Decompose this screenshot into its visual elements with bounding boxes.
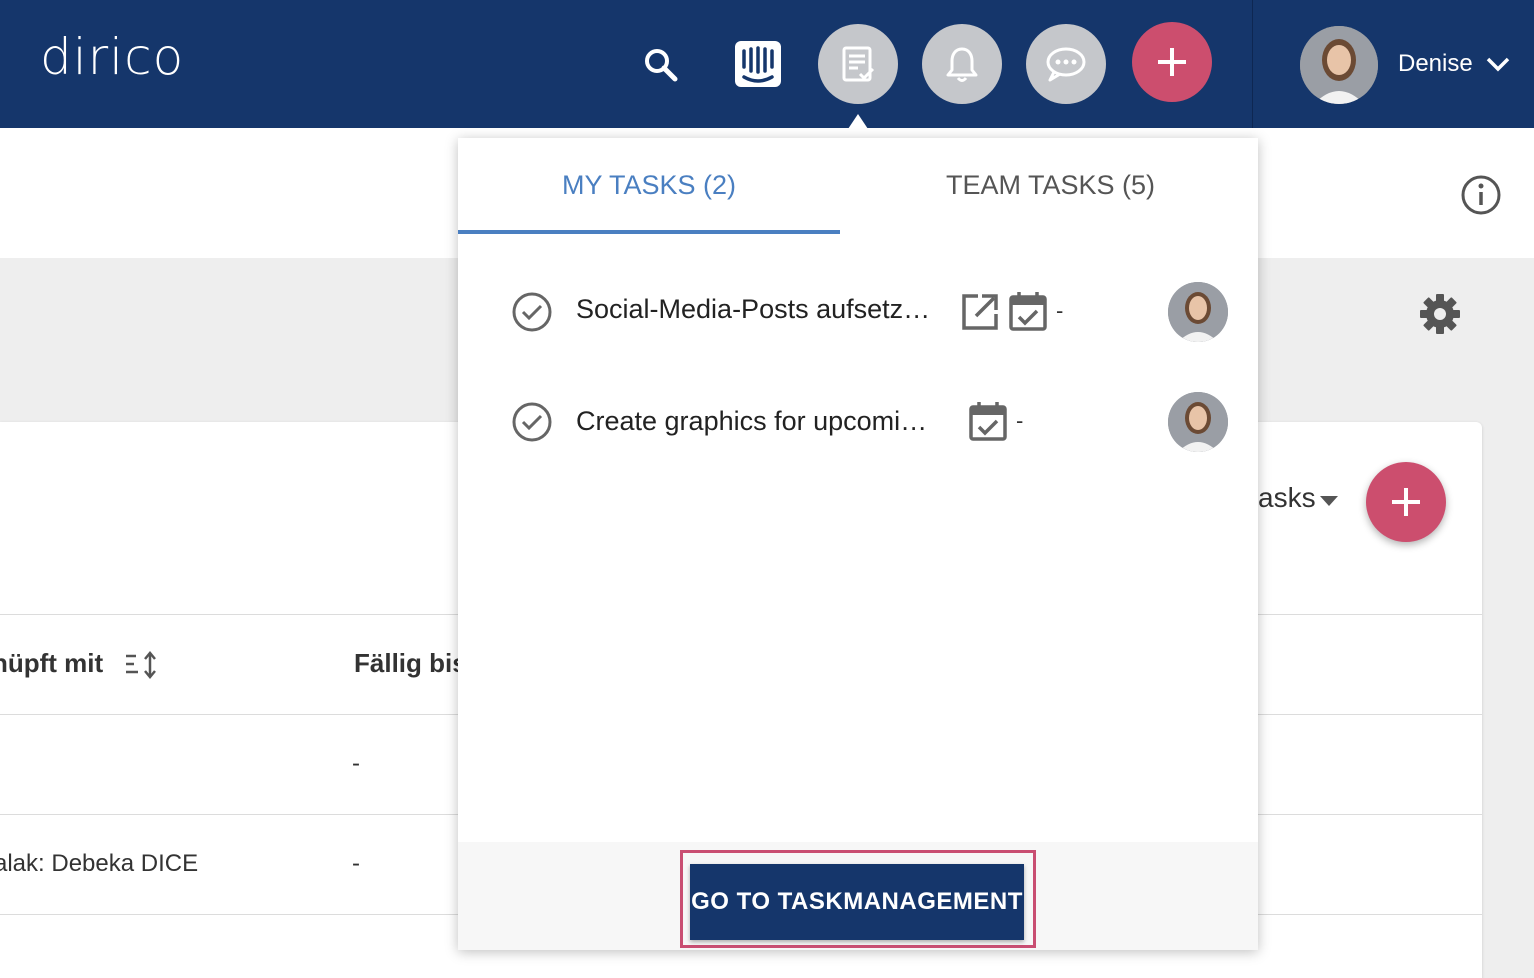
plus-icon xyxy=(1392,488,1420,516)
sort-icon[interactable] xyxy=(124,650,160,680)
tasks-icon xyxy=(842,46,875,82)
user-photo-icon xyxy=(1168,282,1228,342)
popover-footer: GO TO TASKMANAGEMENT xyxy=(458,842,1258,950)
table-cell-linked[interactable]: alak: Debeka DICE xyxy=(0,850,198,878)
user-photo-icon xyxy=(1168,392,1228,452)
tasks-button[interactable] xyxy=(818,24,898,104)
calendar-check-icon[interactable] xyxy=(968,400,1008,442)
notifications-button[interactable] xyxy=(922,24,1002,104)
info-icon[interactable] xyxy=(1460,174,1502,216)
intercom-button[interactable] xyxy=(732,38,784,90)
create-button[interactable] xyxy=(1132,22,1212,102)
table-cell-due: - xyxy=(352,850,360,877)
task-title[interactable]: Create graphics for upcomi… xyxy=(576,406,927,437)
task-due-date: - xyxy=(1056,298,1064,323)
table-cell-due: - xyxy=(352,750,360,777)
intercom-icon xyxy=(735,41,781,87)
top-header: dirico Denise xyxy=(0,0,1534,128)
calendar-check-icon[interactable] xyxy=(1008,290,1048,332)
tab-team-tasks[interactable]: TEAM TASKS (5) xyxy=(946,170,1155,210)
chat-icon xyxy=(1046,47,1086,82)
column-header-linked[interactable]: nüpft mit xyxy=(0,648,103,679)
chat-button[interactable] xyxy=(1026,24,1106,104)
search-icon xyxy=(645,49,678,82)
gear-icon[interactable] xyxy=(1418,292,1462,336)
check-circle-icon[interactable] xyxy=(510,290,554,334)
popover-pointer xyxy=(842,114,874,138)
header-divider xyxy=(1252,0,1253,128)
dirico-logo[interactable]: dirico xyxy=(40,28,184,86)
task-item[interactable]: Create graphics for upcomi… - xyxy=(458,382,1258,462)
chevron-down-icon[interactable] xyxy=(1484,54,1512,74)
caret-down-icon[interactable] xyxy=(1318,494,1340,508)
task-title[interactable]: Social-Media-Posts aufsetz… xyxy=(576,294,930,325)
assignee-avatar[interactable] xyxy=(1168,392,1228,452)
avatar[interactable] xyxy=(1300,26,1378,104)
check-circle-icon[interactable] xyxy=(510,400,554,444)
task-due-date: - xyxy=(1016,408,1024,433)
task-item[interactable]: Social-Media-Posts aufsetz… - xyxy=(458,272,1258,352)
search-button[interactable] xyxy=(636,40,686,90)
assignee-avatar[interactable] xyxy=(1168,282,1228,342)
add-task-button[interactable] xyxy=(1366,462,1446,542)
go-to-taskmanagement-button[interactable]: GO TO TASKMANAGEMENT xyxy=(690,864,1024,940)
user-name[interactable]: Denise xyxy=(1398,50,1473,78)
active-tab-indicator xyxy=(458,230,840,234)
plus-icon xyxy=(1158,48,1186,76)
column-header-due[interactable]: Fällig bis xyxy=(354,648,467,679)
user-photo-icon xyxy=(1300,26,1378,104)
tasks-popover: MY TASKS (2) TEAM TASKS (5) Social-Media… xyxy=(458,138,1258,950)
tasks-filter-label[interactable]: asks xyxy=(1258,482,1316,514)
bell-icon xyxy=(946,47,978,82)
tab-my-tasks[interactable]: MY TASKS (2) xyxy=(562,170,736,210)
open-external-icon[interactable] xyxy=(960,292,1000,332)
